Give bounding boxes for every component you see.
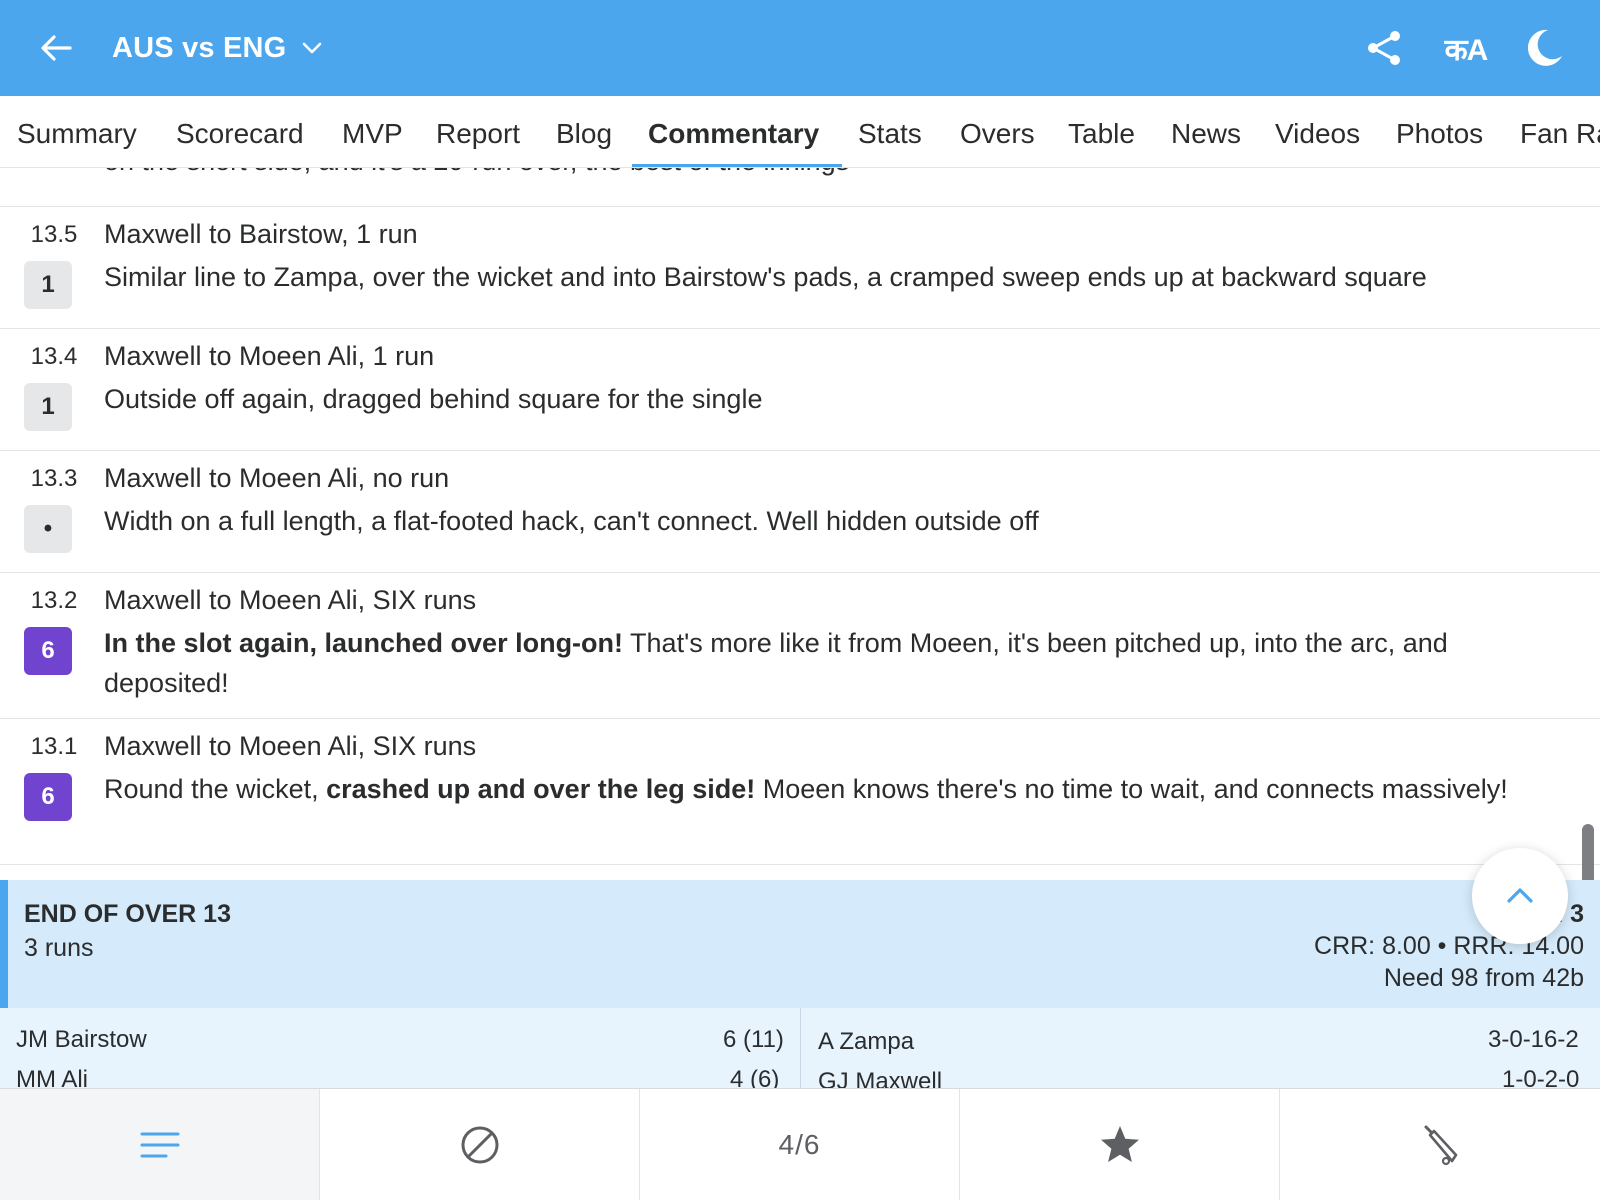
- batter-score: 4 (6): [730, 1066, 780, 1088]
- ball-headline: Maxwell to Moeen Ali, 1 run: [104, 341, 435, 371]
- tab-table[interactable]: Table: [1068, 96, 1135, 167]
- ball-result-badge: 6: [24, 773, 72, 821]
- over-number: 13.5: [30, 221, 78, 248]
- tab-commentary[interactable]: Commentary: [648, 96, 819, 167]
- ball-icon: [461, 1126, 498, 1164]
- over-number: 13.1: [30, 733, 78, 760]
- moon-icon: [1527, 29, 1562, 66]
- tab-fan-ratings[interactable]: Fan Ra: [1520, 96, 1600, 167]
- back-arrow-icon: [41, 35, 72, 61]
- scroll-to-top-button[interactable]: [1472, 848, 1568, 944]
- ball-headline: Maxwell to Moeen Ali, SIX runs: [104, 731, 477, 761]
- favourites-button[interactable]: [960, 1089, 1280, 1200]
- match-selector[interactable]: AUS vs ENG: [112, 28, 324, 68]
- ball-description: In the slot again, launched over long-on…: [104, 628, 1448, 698]
- star-icon: [1100, 1126, 1139, 1162]
- runs-required: Need 98 from 42b: [1383, 964, 1584, 992]
- chevron-up-icon: [1507, 888, 1533, 903]
- back-button[interactable]: [36, 28, 76, 68]
- ball-result-badge: 6: [24, 627, 72, 675]
- commentary-item: 13.4 1 Maxwell to Moeen Ali, 1 run Outsi…: [0, 329, 1600, 451]
- ball-description: Outside off again, dragged behind square…: [104, 384, 763, 414]
- tab-scorecard[interactable]: Scorecard: [176, 96, 304, 167]
- tab-news[interactable]: News: [1171, 96, 1241, 167]
- ball-by-ball-button[interactable]: [320, 1089, 640, 1200]
- over-player-stats: JM Bairstow 6 (11) MM Ali 4 (6) A Zampa …: [0, 1008, 1600, 1088]
- page-indicator: 4/6: [640, 1089, 960, 1200]
- language-icon: कA: [1444, 33, 1489, 67]
- divider: [800, 1008, 801, 1088]
- dark-mode-toggle[interactable]: [1522, 26, 1566, 70]
- tab-overs[interactable]: Overs: [960, 96, 1035, 167]
- commentary-item: 13.5 1 Maxwell to Bairstow, 1 run Simila…: [0, 207, 1600, 329]
- tab-summary[interactable]: Summary: [17, 96, 137, 167]
- match-tabs: Summary Scorecard MVP Report Blog Commen…: [0, 96, 1600, 168]
- commentary-item: 13.2 6 Maxwell to Moeen Ali, SIX runs In…: [0, 573, 1600, 719]
- ball-result-badge: 1: [24, 261, 72, 309]
- batter-score: 6 (11): [723, 1026, 784, 1053]
- tab-blog[interactable]: Blog: [556, 96, 612, 167]
- tab-mvp[interactable]: MVP: [342, 96, 403, 167]
- tab-report[interactable]: Report: [436, 96, 520, 167]
- ball-description: Round the wicket, crashed up and over th…: [104, 774, 1508, 804]
- ball-headline: Maxwell to Bairstow, 1 run: [104, 219, 418, 249]
- menu-button[interactable]: [0, 1089, 320, 1200]
- match-title: AUS vs ENG: [112, 31, 287, 64]
- scrollbar-thumb[interactable]: [1582, 824, 1594, 880]
- over-number: 13.4: [30, 343, 78, 370]
- batting-button[interactable]: [1280, 1089, 1600, 1200]
- batter-name: MM Ali: [16, 1066, 88, 1088]
- batter-name: JM Bairstow: [16, 1026, 147, 1053]
- over-number: 13.3: [30, 465, 78, 492]
- bowler-name: GJ Maxwell: [818, 1068, 943, 1088]
- bowler-figures: 3-0-16-2: [1488, 1026, 1579, 1053]
- ball-result-badge: •: [24, 505, 72, 553]
- bat-icon: [1424, 1125, 1458, 1166]
- tab-videos[interactable]: Videos: [1275, 96, 1360, 167]
- over-runs: 3 runs: [24, 934, 94, 962]
- language-button[interactable]: कA: [1436, 26, 1496, 70]
- ball-description: Similar line to Zampa, over the wicket a…: [104, 262, 1427, 292]
- share-icon: [1368, 31, 1400, 65]
- app-header: AUS vs ENG कA: [0, 0, 1600, 96]
- end-of-over-title: END OF OVER 13: [24, 900, 231, 928]
- commentary-item: 13.3 • Maxwell to Moeen Ali, no run Widt…: [0, 451, 1600, 573]
- over-number: 13.2: [30, 587, 78, 614]
- commentary-item: 13.1 6 Maxwell to Moeen Ali, SIX runs Ro…: [0, 719, 1600, 865]
- bottom-navigation: 4/6: [0, 1088, 1600, 1200]
- chevron-down-icon: [303, 42, 322, 54]
- ball-result-badge: 1: [24, 383, 72, 431]
- ball-description: Width on a full length, a flat-footed ha…: [104, 506, 1039, 536]
- active-tab-indicator: [632, 164, 842, 167]
- tab-photos[interactable]: Photos: [1396, 96, 1483, 167]
- end-of-over-summary: END OF OVER 13 3 runs EN 3 CRR: 8.00 • R…: [0, 880, 1600, 1008]
- ball-headline: Maxwell to Moeen Ali, SIX runs: [104, 585, 477, 615]
- tab-stats[interactable]: Stats: [858, 96, 922, 167]
- partial-commentary-text: on the short side, and it's a 20-run ove…: [104, 168, 849, 177]
- bowler-name: A Zampa: [818, 1028, 915, 1055]
- share-button[interactable]: [1362, 26, 1406, 70]
- commentary-list[interactable]: on the short side, and it's a 20-run ove…: [0, 168, 1600, 880]
- ball-headline: Maxwell to Moeen Ali, no run: [104, 463, 450, 493]
- bowler-figures: 1-0-2-0: [1502, 1066, 1580, 1088]
- menu-icon: [140, 1132, 179, 1158]
